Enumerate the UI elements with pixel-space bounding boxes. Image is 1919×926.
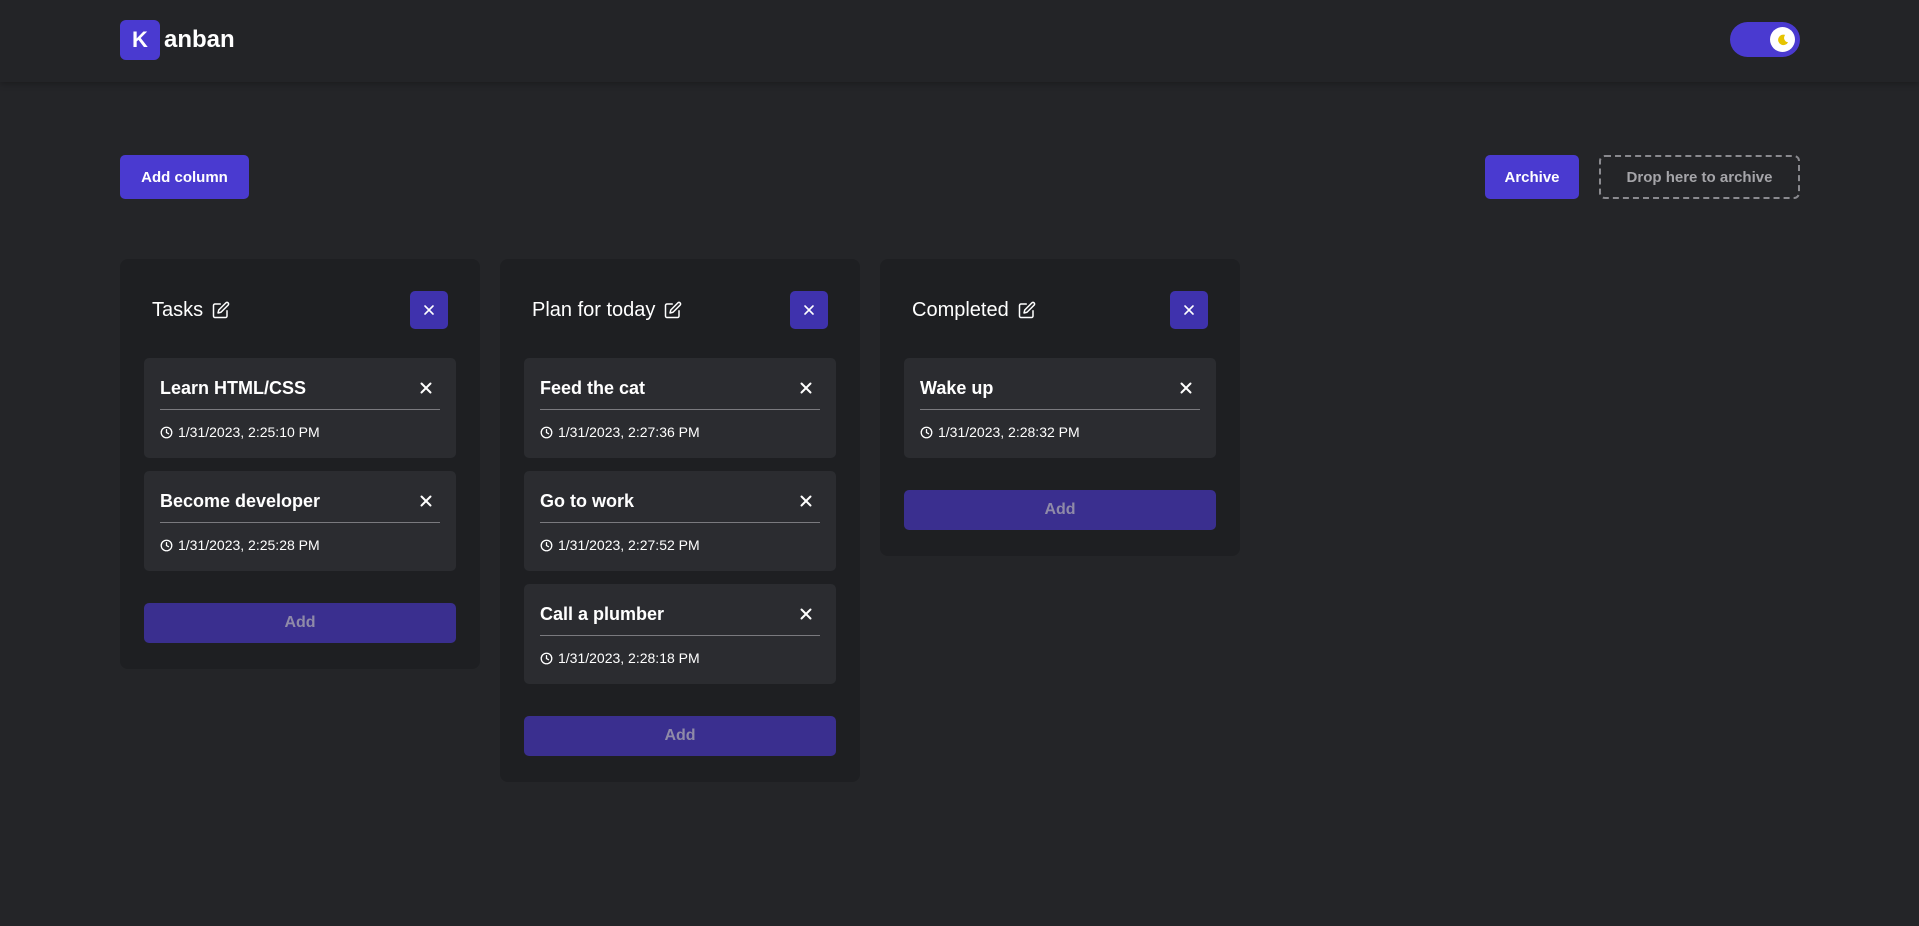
task-card[interactable]: Feed the cat 1/31/2023, 2:27:36 PM: [524, 358, 836, 458]
column-completed: Completed Wake up 1/31/2023, 2:28:32 PM …: [880, 259, 1240, 556]
card-timestamp: 1/31/2023, 2:25:28 PM: [160, 537, 320, 553]
logo-text: anban: [164, 26, 235, 53]
task-card[interactable]: Become developer 1/31/2023, 2:25:28 PM: [144, 471, 456, 571]
edit-icon[interactable]: [664, 301, 682, 319]
logo-letter: K: [120, 20, 160, 60]
delete-card-button[interactable]: [796, 378, 816, 398]
task-card[interactable]: Go to work 1/31/2023, 2:27:52 PM: [524, 471, 836, 571]
card-divider: [540, 409, 820, 410]
delete-column-button[interactable]: [1170, 291, 1208, 329]
card-time-text: 1/31/2023, 2:28:18 PM: [558, 650, 700, 666]
delete-card-button[interactable]: [796, 604, 816, 624]
close-icon: [1184, 305, 1194, 315]
delete-card-button[interactable]: [416, 491, 436, 511]
card-divider: [160, 409, 440, 410]
card-title: Become developer: [160, 491, 321, 511]
delete-card-button[interactable]: [1176, 378, 1196, 398]
clock-icon: [540, 539, 553, 552]
clock-icon: [540, 652, 553, 665]
close-icon: [800, 608, 812, 620]
card-time-text: 1/31/2023, 2:25:10 PM: [178, 424, 320, 440]
close-icon: [420, 382, 432, 394]
top-bar: K anban: [0, 0, 1919, 82]
close-icon: [804, 305, 814, 315]
close-icon: [800, 495, 812, 507]
close-icon: [800, 382, 812, 394]
card-timestamp: 1/31/2023, 2:28:18 PM: [540, 650, 700, 666]
card-timestamp: 1/31/2023, 2:27:52 PM: [540, 537, 700, 553]
moon-icon: [1777, 34, 1788, 45]
card-title: Learn HTML/CSS: [160, 378, 307, 398]
card-timestamp: 1/31/2023, 2:27:36 PM: [540, 424, 700, 440]
clock-icon: [540, 426, 553, 439]
close-icon: [420, 495, 432, 507]
add-card-button[interactable]: Add: [904, 490, 1216, 530]
column-header: Plan for today: [532, 291, 828, 329]
card-timestamp: 1/31/2023, 2:25:10 PM: [160, 424, 320, 440]
task-card[interactable]: Wake up 1/31/2023, 2:28:32 PM: [904, 358, 1216, 458]
clock-icon: [160, 539, 173, 552]
column-title: Tasks: [152, 298, 204, 321]
card-title: Feed the cat: [540, 378, 646, 398]
column-plan-for-today: Plan for today Feed the cat 1/31/2023, 2…: [500, 259, 860, 782]
card-divider: [160, 522, 440, 523]
card-title: Go to work: [540, 491, 634, 511]
card-time-text: 1/31/2023, 2:28:32 PM: [938, 424, 1080, 440]
add-card-button[interactable]: Add: [144, 603, 456, 643]
task-card[interactable]: Learn HTML/CSS 1/31/2023, 2:25:10 PM: [144, 358, 456, 458]
edit-icon[interactable]: [212, 301, 230, 319]
theme-toggle-knob: [1770, 27, 1795, 52]
column-tasks: Tasks Learn HTML/CSS 1/31/2023, 2:25:10 …: [120, 259, 480, 669]
clock-icon: [160, 426, 173, 439]
clock-icon: [920, 426, 933, 439]
add-card-button[interactable]: Add: [524, 716, 836, 756]
card-divider: [540, 635, 820, 636]
archive-dropzone[interactable]: Drop here to archive: [1599, 155, 1800, 199]
add-column-button[interactable]: Add column: [120, 155, 249, 199]
card-divider: [920, 409, 1200, 410]
close-icon: [1180, 382, 1192, 394]
edit-icon[interactable]: [1018, 301, 1036, 319]
card-timestamp: 1/31/2023, 2:28:32 PM: [920, 424, 1080, 440]
column-title: Completed: [912, 298, 1009, 321]
close-icon: [424, 305, 434, 315]
column-title: Plan for today: [532, 298, 656, 321]
card-title: Call a plumber: [540, 604, 665, 624]
card-time-text: 1/31/2023, 2:27:52 PM: [558, 537, 700, 553]
delete-column-button[interactable]: [790, 291, 828, 329]
task-card[interactable]: Call a plumber 1/31/2023, 2:28:18 PM: [524, 584, 836, 684]
column-header: Tasks: [152, 291, 448, 329]
theme-toggle[interactable]: [1730, 22, 1800, 57]
delete-card-button[interactable]: [416, 378, 436, 398]
card-divider: [540, 522, 820, 523]
logo: K anban: [120, 20, 235, 60]
card-time-text: 1/31/2023, 2:27:36 PM: [558, 424, 700, 440]
card-title: Wake up: [920, 378, 994, 398]
column-header: Completed: [912, 291, 1208, 329]
card-time-text: 1/31/2023, 2:25:28 PM: [178, 537, 320, 553]
delete-card-button[interactable]: [796, 491, 816, 511]
delete-column-button[interactable]: [410, 291, 448, 329]
archive-button[interactable]: Archive: [1485, 155, 1579, 199]
